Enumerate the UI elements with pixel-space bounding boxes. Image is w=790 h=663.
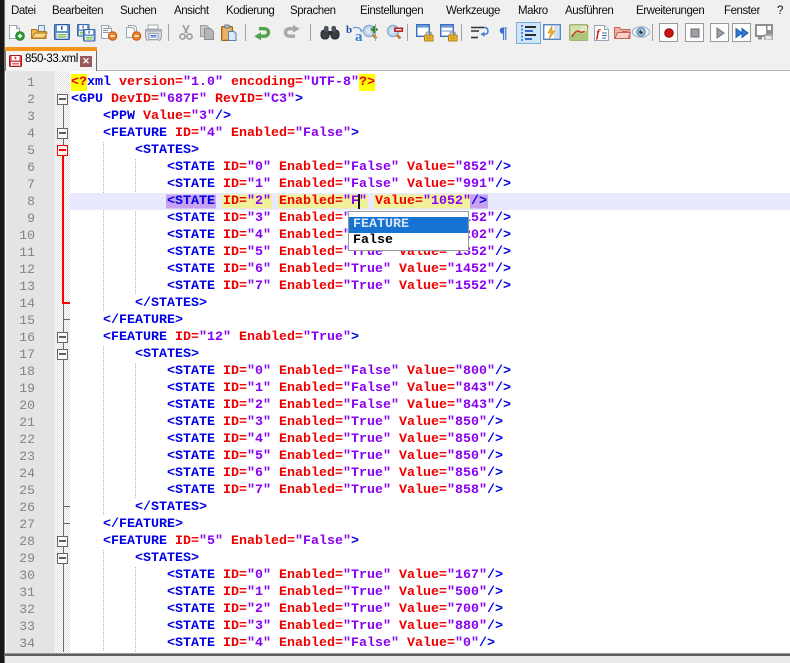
svg-text:b: b — [346, 24, 352, 36]
svg-text:¶: ¶ — [499, 25, 508, 41]
